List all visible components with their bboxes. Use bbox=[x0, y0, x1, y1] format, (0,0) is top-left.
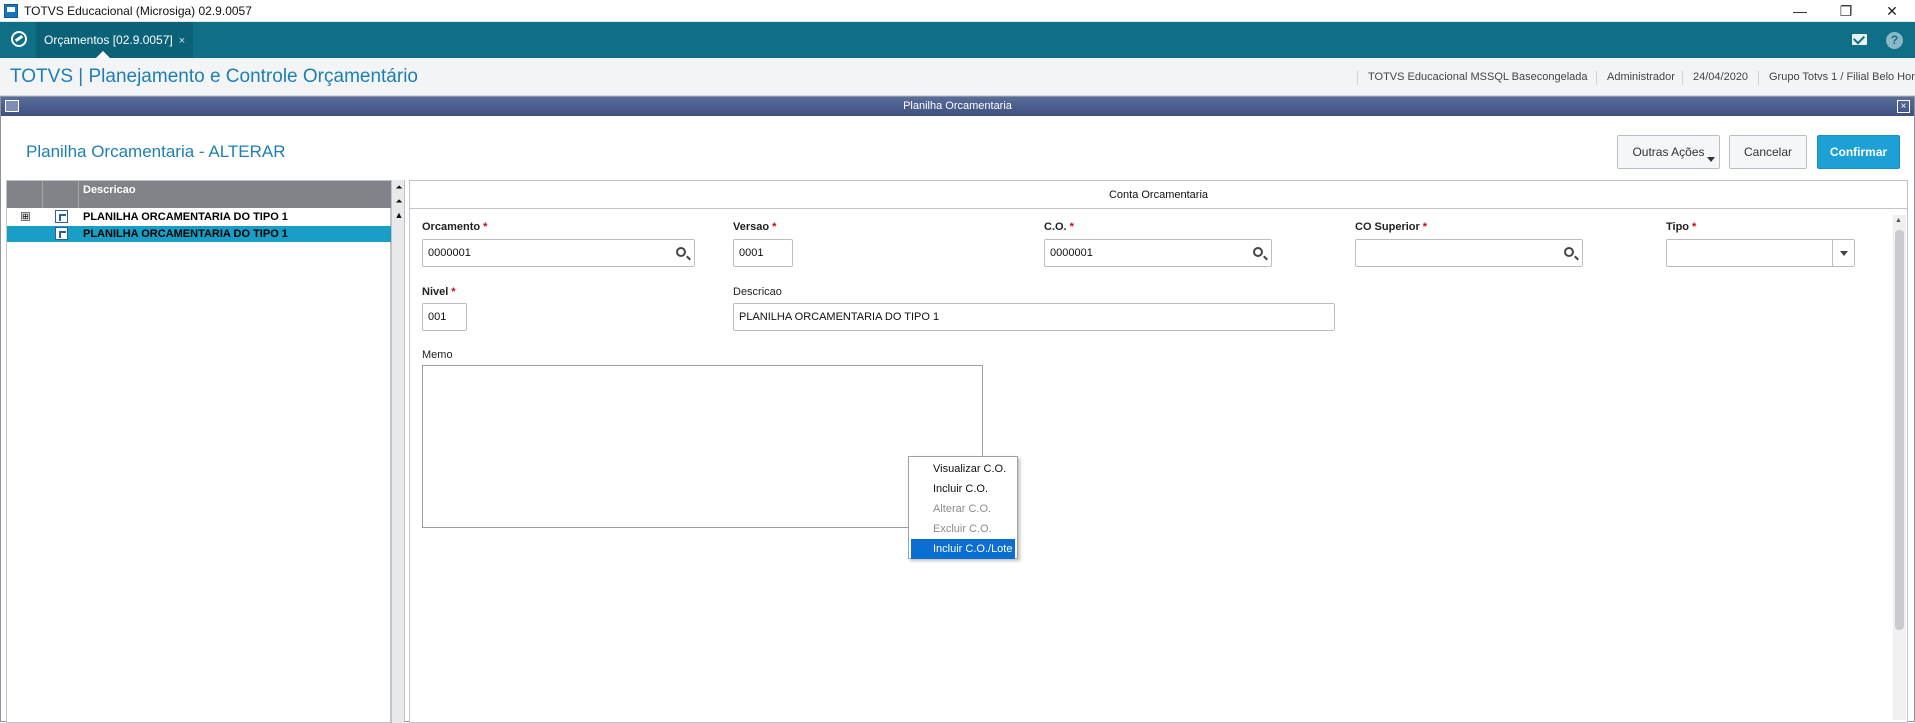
search-icon[interactable] bbox=[1253, 247, 1263, 257]
module-header: TOTVS | Planejamento e Controle Orçament… bbox=[0, 58, 1915, 96]
window-title: TOTVS Educacional (Microsiga) 02.9.0057 bbox=[24, 4, 252, 18]
scrollbar-thumb[interactable] bbox=[1895, 230, 1904, 630]
close-window-button[interactable]: ✕ bbox=[1869, 0, 1915, 22]
co-label: C.O. * bbox=[1044, 221, 1074, 233]
tipo-label: Tipo * bbox=[1666, 221, 1697, 233]
menu-item-incluir-co[interactable]: Incluir C.O. bbox=[909, 479, 1017, 499]
tab-label: Orçamentos [02.9.0057] bbox=[44, 33, 173, 47]
orcamento-field[interactable]: 0000001 bbox=[422, 239, 695, 267]
nivel-label: Nivel * bbox=[422, 286, 456, 298]
tree-header-col-icon bbox=[43, 181, 79, 208]
environment-info: TOTVS Educacional MSSQL Basecongelada bbox=[1357, 71, 1588, 85]
branch-info: Grupo Totvs 1 / Filial Belo Hor bbox=[1758, 71, 1915, 85]
chevron-down-icon[interactable] bbox=[1832, 240, 1854, 266]
planilha-dialog: Planilha Orcamentaria × Planilha Orcamen… bbox=[0, 96, 1915, 723]
totvs-logo-icon[interactable] bbox=[11, 31, 27, 47]
tree-node-icon bbox=[55, 227, 68, 240]
menu-item-excluir-co: Excluir C.O. bbox=[933, 523, 992, 535]
form-scrollbar[interactable]: ▲ bbox=[1893, 215, 1906, 720]
versao-field[interactable]: 0001 bbox=[733, 239, 793, 267]
co-superior-field[interactable] bbox=[1355, 239, 1583, 267]
menu-item-incluir-co-lote[interactable]: Incluir C.O./Lote bbox=[911, 539, 1015, 559]
minimize-button[interactable]: — bbox=[1777, 0, 1823, 22]
descricao-field[interactable]: PLANILHA ORCAMENTARIA DO TIPO 1 bbox=[733, 303, 1335, 331]
context-menu: Visualizar C.O. Incluir C.O. Alterar C.O… bbox=[908, 456, 1018, 559]
panel-splitter[interactable]: ⏶ ⏶ ▲ bbox=[391, 180, 405, 723]
expand-icon[interactable]: ⊞ bbox=[21, 212, 30, 221]
memo-textarea[interactable] bbox=[422, 365, 983, 528]
descricao-label: Descricao bbox=[733, 286, 782, 298]
user-info: Administrador bbox=[1596, 71, 1675, 85]
search-icon[interactable] bbox=[1564, 247, 1574, 257]
tree-item-label: PLANILHA ORCAMENTARIA DO TIPO 1 bbox=[83, 211, 288, 223]
tab-orcamentos[interactable]: Orçamentos [02.9.0057] × bbox=[36, 22, 194, 58]
cancel-button[interactable]: Cancelar bbox=[1729, 135, 1807, 169]
tree-node-icon bbox=[55, 210, 68, 223]
tree-header-col-expander bbox=[7, 181, 43, 208]
co-superior-label: CO Superior * bbox=[1355, 221, 1428, 233]
app-window-icon bbox=[4, 4, 18, 18]
chevron-down-icon bbox=[1707, 157, 1715, 162]
tree-item[interactable]: ⊞ PLANILHA ORCAMENTARIA DO TIPO 1 bbox=[7, 209, 392, 225]
search-icon[interactable] bbox=[676, 247, 686, 257]
tree-item-label: PLANILHA ORCAMENTARIA DO TIPO 1 bbox=[83, 226, 392, 242]
versao-label: Versao * bbox=[733, 221, 777, 233]
mail-icon[interactable] bbox=[1852, 34, 1867, 45]
orcamento-label: Orcamento * bbox=[422, 221, 488, 233]
collapse-top-icon[interactable]: ⏶ bbox=[394, 181, 404, 193]
active-tab-indicator bbox=[96, 51, 110, 58]
tab-close-icon[interactable]: × bbox=[179, 35, 185, 47]
tree-panel: Descricao ⊞ PLANILHA ORCAMENTARIA DO TIP… bbox=[6, 180, 392, 723]
menu-item-visualizar-co[interactable]: Visualizar C.O. bbox=[909, 459, 1017, 479]
scroll-up-icon[interactable]: ▲ bbox=[394, 209, 404, 221]
page-title: Planilha Orcamentaria - ALTERAR bbox=[26, 142, 286, 161]
dialog-title: Planilha Orcamentaria bbox=[903, 100, 1012, 112]
menu-item-alterar-co: Alterar C.O. bbox=[933, 503, 992, 515]
tree-header-label: Descricao bbox=[83, 184, 136, 196]
tab-conta-orcamentaria[interactable]: Conta Orcamentaria bbox=[410, 181, 1907, 209]
dialog-window-icon bbox=[5, 100, 19, 112]
tree-item-selected[interactable]: PLANILHA ORCAMENTARIA DO TIPO 1 bbox=[7, 226, 392, 242]
dialog-titlebar: Planilha Orcamentaria × bbox=[1, 97, 1914, 116]
help-icon[interactable]: ? bbox=[1886, 32, 1903, 49]
restore-button[interactable]: ❐ bbox=[1823, 0, 1869, 22]
more-actions-label: Outras Ações bbox=[1632, 145, 1705, 159]
memo-label: Memo bbox=[422, 349, 453, 361]
window-titlebar: TOTVS Educacional (Microsiga) 02.9.0057 … bbox=[0, 0, 1915, 22]
module-title: TOTVS | Planejamento e Controle Orçament… bbox=[10, 66, 418, 87]
more-actions-button[interactable]: Outras Ações bbox=[1617, 135, 1720, 169]
tree-header: Descricao bbox=[7, 181, 392, 208]
collapse-mid-icon[interactable]: ⏶ bbox=[394, 195, 404, 207]
form-panel: Conta Orcamentaria Orcamento * 0000001 Ve… bbox=[409, 180, 1908, 723]
co-field[interactable]: 0000001 bbox=[1044, 239, 1272, 267]
scroll-up-icon[interactable]: ▲ bbox=[1895, 217, 1902, 224]
nivel-field[interactable]: 001 bbox=[422, 303, 467, 331]
confirm-button[interactable]: Confirmar bbox=[1817, 135, 1900, 169]
date-info: 24/04/2020 bbox=[1682, 71, 1748, 85]
dialog-close-button[interactable]: × bbox=[1897, 100, 1910, 113]
app-tabbar: Orçamentos [02.9.0057] × ? bbox=[0, 22, 1915, 58]
tipo-select[interactable] bbox=[1666, 239, 1855, 267]
